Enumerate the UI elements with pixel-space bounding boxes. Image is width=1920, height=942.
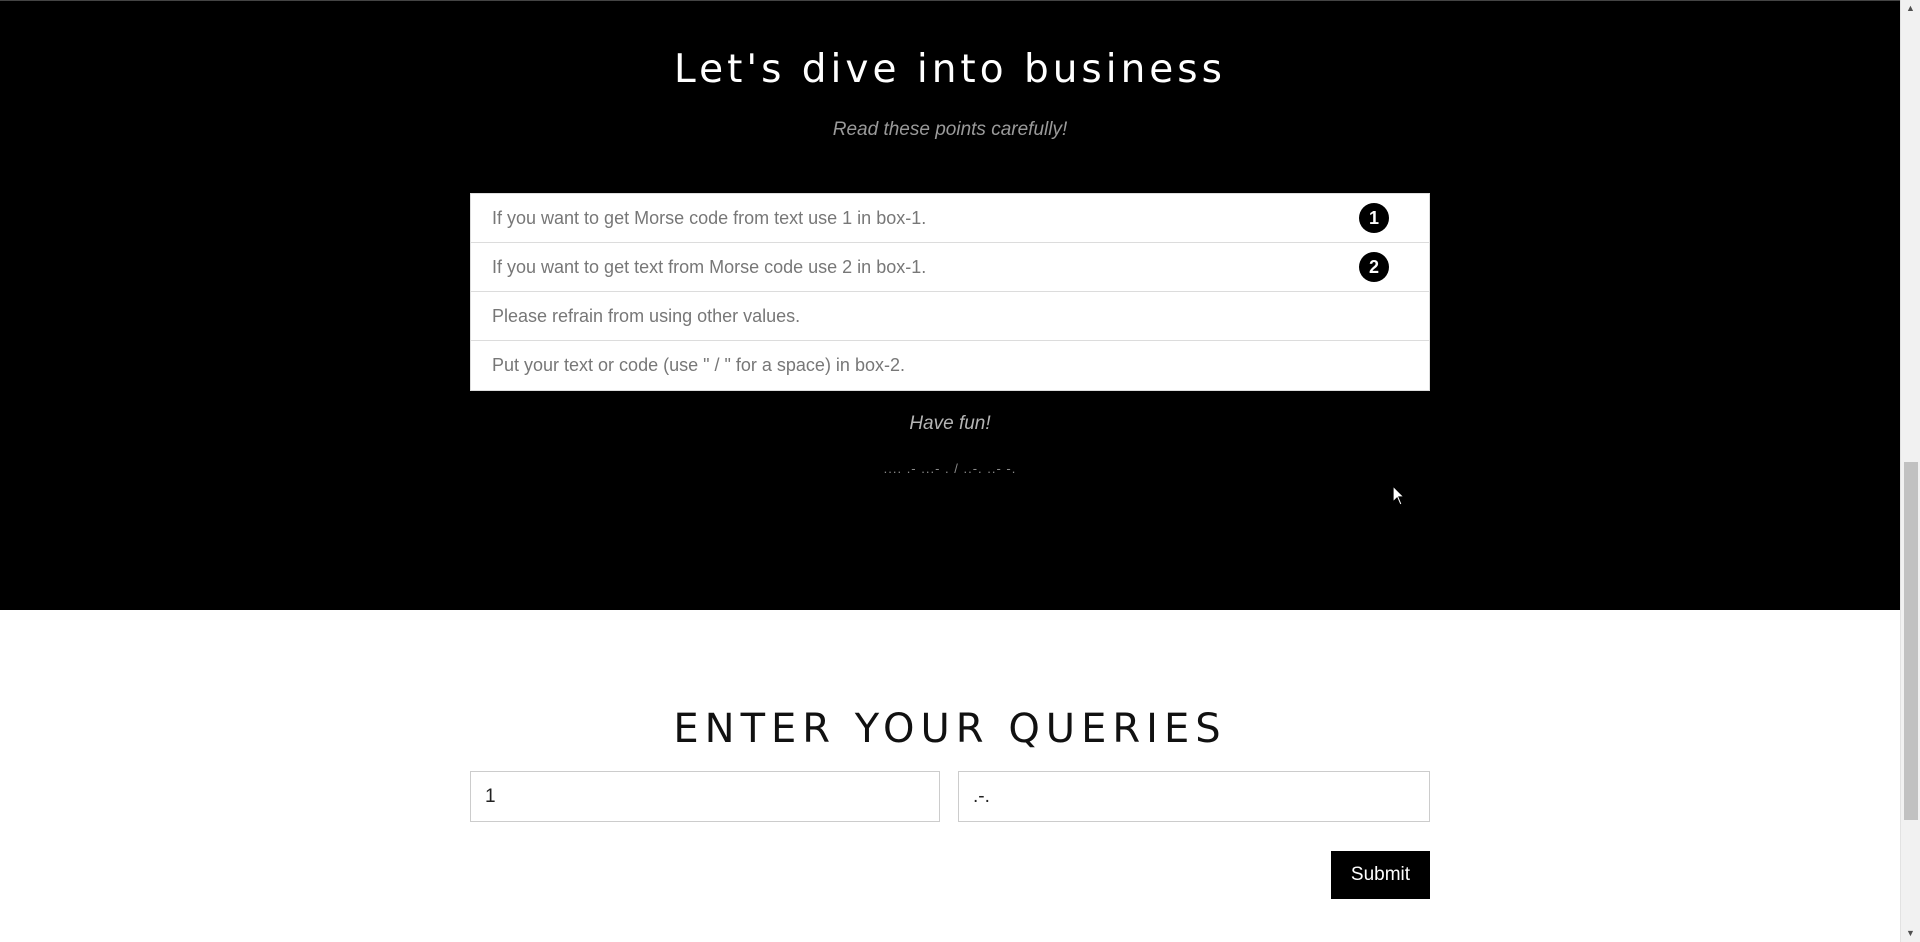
chevron-down-icon[interactable]: ▼ — [1901, 925, 1920, 942]
intro-section: Let's dive into business Read these poin… — [0, 0, 1900, 610]
queries-title: ENTER YOUR QUERIES — [673, 706, 1227, 752]
vertical-scrollbar[interactable]: ▲ ▼ — [1900, 0, 1920, 942]
morse-code-text: .... .- ...- . / ..-. ..- -. — [883, 461, 1017, 476]
scrollbar-thumb[interactable] — [1904, 462, 1918, 820]
instruction-item: Please refrain from using other values. — [471, 292, 1429, 341]
instruction-item: Put your text or code (use " / " for a s… — [471, 341, 1429, 390]
instruction-item: If you want to get text from Morse code … — [471, 243, 1429, 292]
mouse-pointer-icon — [1392, 485, 1406, 506]
number-badge: 2 — [1359, 252, 1389, 282]
instruction-text: If you want to get Morse code from text … — [492, 207, 927, 228]
instruction-text: Please refrain from using other values. — [492, 305, 801, 326]
number-badge: 1 — [1359, 203, 1389, 233]
intro-subheading: Read these points carefully! — [832, 119, 1068, 140]
mode-input-box-1[interactable] — [470, 771, 940, 822]
closing-text: Have fun! — [909, 413, 991, 434]
chevron-up-icon[interactable]: ▲ — [1901, 0, 1920, 17]
instruction-text: Put your text or code (use " / " for a s… — [492, 355, 905, 375]
intro-heading: Let's dive into business — [674, 47, 1226, 92]
text-input-box-2[interactable] — [958, 771, 1430, 822]
instruction-item: If you want to get Morse code from text … — [471, 194, 1429, 243]
instruction-list: If you want to get Morse code from text … — [470, 193, 1430, 391]
submit-button[interactable]: Submit — [1331, 851, 1430, 899]
page: Let's dive into business Read these poin… — [0, 0, 1900, 942]
instruction-text: If you want to get text from Morse code … — [492, 256, 927, 277]
